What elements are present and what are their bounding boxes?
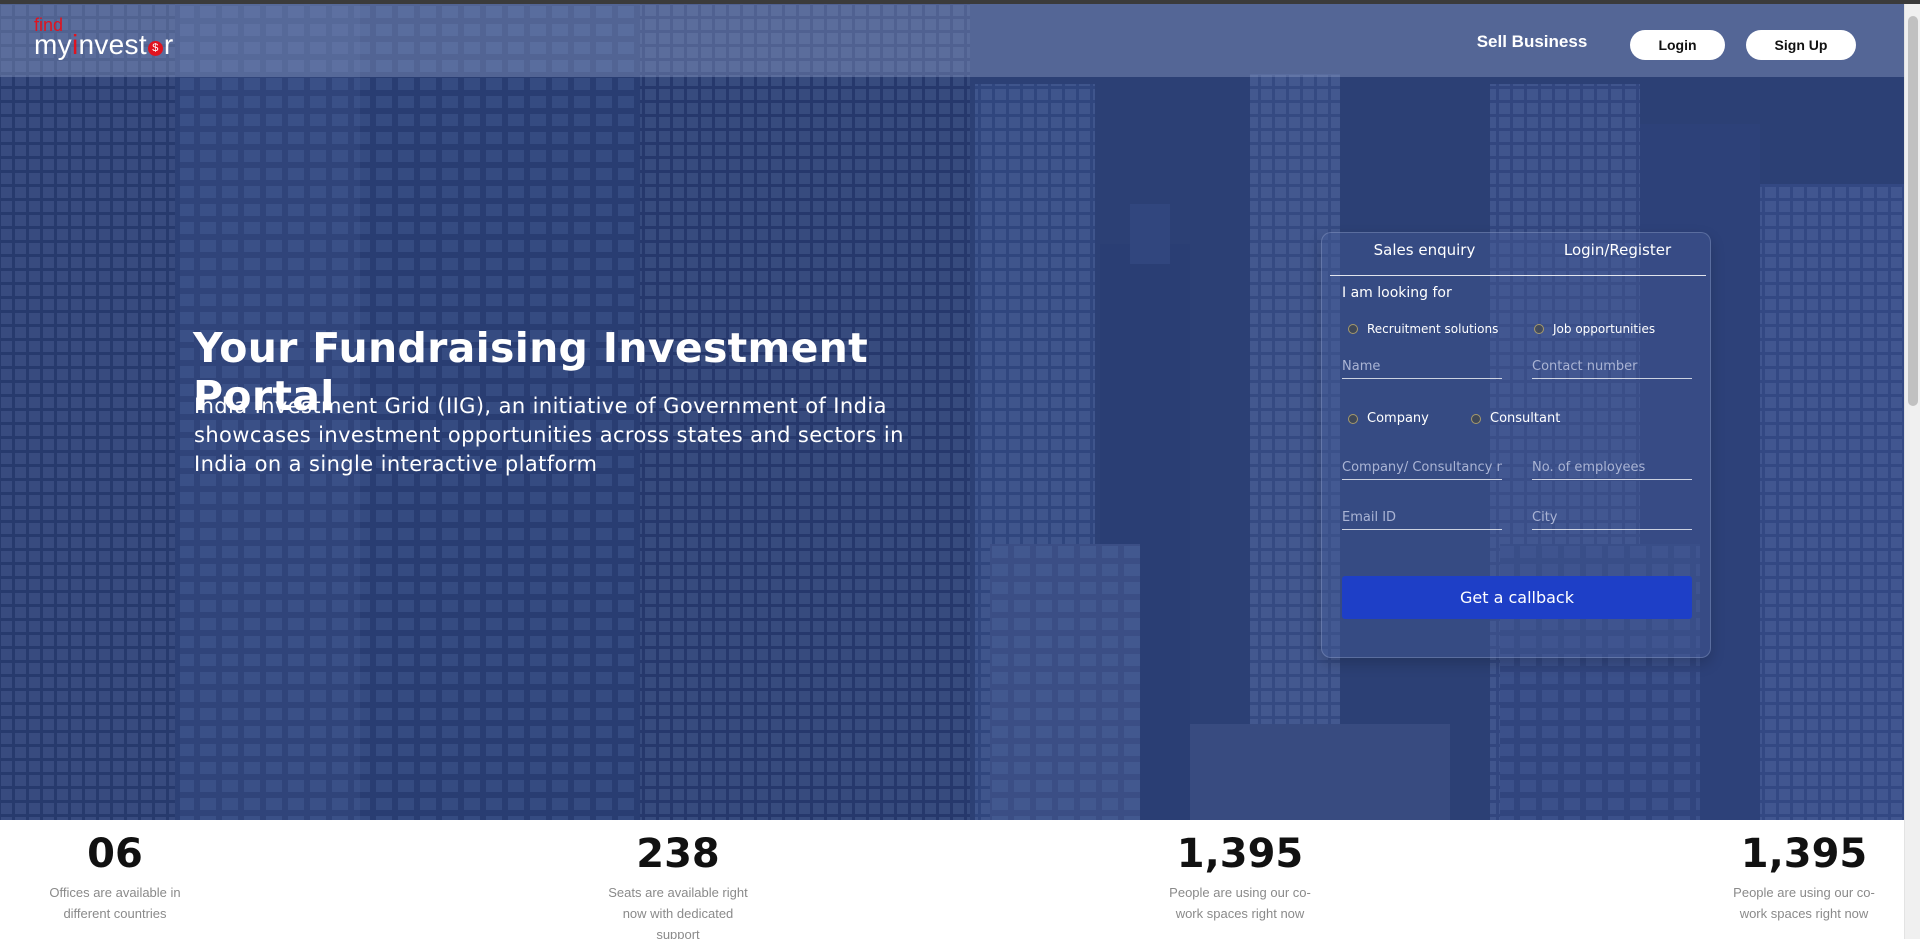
tab-underline (1330, 275, 1706, 276)
radio-label: Job opportunities (1553, 322, 1656, 336)
tab-login-register[interactable]: Login/Register (1530, 241, 1705, 259)
page-scrollbar[interactable] (1904, 4, 1920, 939)
radio-label: Recruitment solutions (1367, 322, 1499, 336)
login-button[interactable]: Login (1630, 30, 1725, 60)
radio-company[interactable]: Company (1348, 411, 1429, 426)
dollar-coin-icon: $ (147, 41, 163, 56)
stat-value: 1,395 (1176, 831, 1304, 877)
radio-circle-icon (1348, 413, 1358, 424)
city-field (1532, 506, 1692, 530)
logo-my: my (34, 29, 72, 60)
radio-circle-icon (1348, 324, 1358, 334)
stat-item: 1,395 People are using our co-work space… (1140, 830, 1340, 924)
stat-item: 06 Offices are available in different co… (15, 830, 215, 924)
stats-section: 06 Offices are available in different co… (0, 820, 1904, 939)
radio-label: Consultant (1490, 411, 1561, 426)
scrollbar-thumb[interactable] (1908, 16, 1918, 406)
signup-button[interactable]: Sign Up (1746, 30, 1856, 60)
radio-consultant[interactable]: Consultant (1471, 411, 1560, 426)
logo-main-text: myinvest $ r (34, 30, 174, 60)
stat-value: 06 (87, 831, 143, 877)
email-input[interactable] (1342, 506, 1502, 529)
employees-input[interactable] (1532, 456, 1692, 479)
tab-sales-enquiry[interactable]: Sales enquiry (1337, 241, 1512, 259)
name-field (1342, 355, 1502, 379)
top-navbar: find myinvest $ r Sell Business Login Sign… (0, 4, 1904, 77)
stat-item: 1,395 People are using our co-work space… (1704, 830, 1904, 924)
stat-item: 238 Seats are available right now with d… (578, 830, 778, 939)
company-name-input[interactable] (1342, 456, 1502, 479)
email-field (1342, 506, 1502, 530)
stat-value: 1,395 (1740, 831, 1868, 877)
stat-label: People are using our co-work spaces righ… (1733, 885, 1875, 921)
findmyinvestor-logo[interactable]: find myinvest $ r (34, 16, 184, 64)
company-field (1342, 456, 1502, 480)
stat-label: Offices are available in different count… (49, 885, 181, 921)
stat-value: 238 (636, 831, 720, 877)
radio-circle-icon (1534, 324, 1544, 334)
form-tabs: Sales enquiry Login/Register (1322, 233, 1712, 277)
radio-circle-icon (1471, 413, 1481, 424)
contact-number-input[interactable] (1532, 355, 1692, 378)
stat-label: People are using our co-work spaces righ… (1169, 885, 1311, 921)
contact-field (1532, 355, 1692, 379)
logo-nvest: nvest (78, 29, 147, 60)
get-callback-button[interactable]: Get a callback (1342, 576, 1692, 619)
name-input[interactable] (1342, 355, 1502, 378)
browser-top-edge (0, 0, 1920, 4)
sell-business-link[interactable]: Sell Business (1472, 32, 1592, 52)
enquiry-form-card: Sales enquiry Login/Register I am lookin… (1321, 232, 1711, 658)
radio-job-opportunities[interactable]: Job opportunities (1534, 322, 1655, 336)
radio-recruitment-solutions[interactable]: Recruitment solutions (1348, 322, 1498, 336)
employees-field (1532, 456, 1692, 480)
city-input[interactable] (1532, 506, 1692, 529)
hero-description: India Investment Grid (IIG), an initiati… (194, 394, 904, 476)
stat-label: Seats are available right now with dedic… (608, 885, 748, 939)
radio-label: Company (1367, 411, 1429, 426)
looking-for-label: I am looking for (1342, 285, 1452, 301)
logo-r: r (163, 29, 174, 60)
